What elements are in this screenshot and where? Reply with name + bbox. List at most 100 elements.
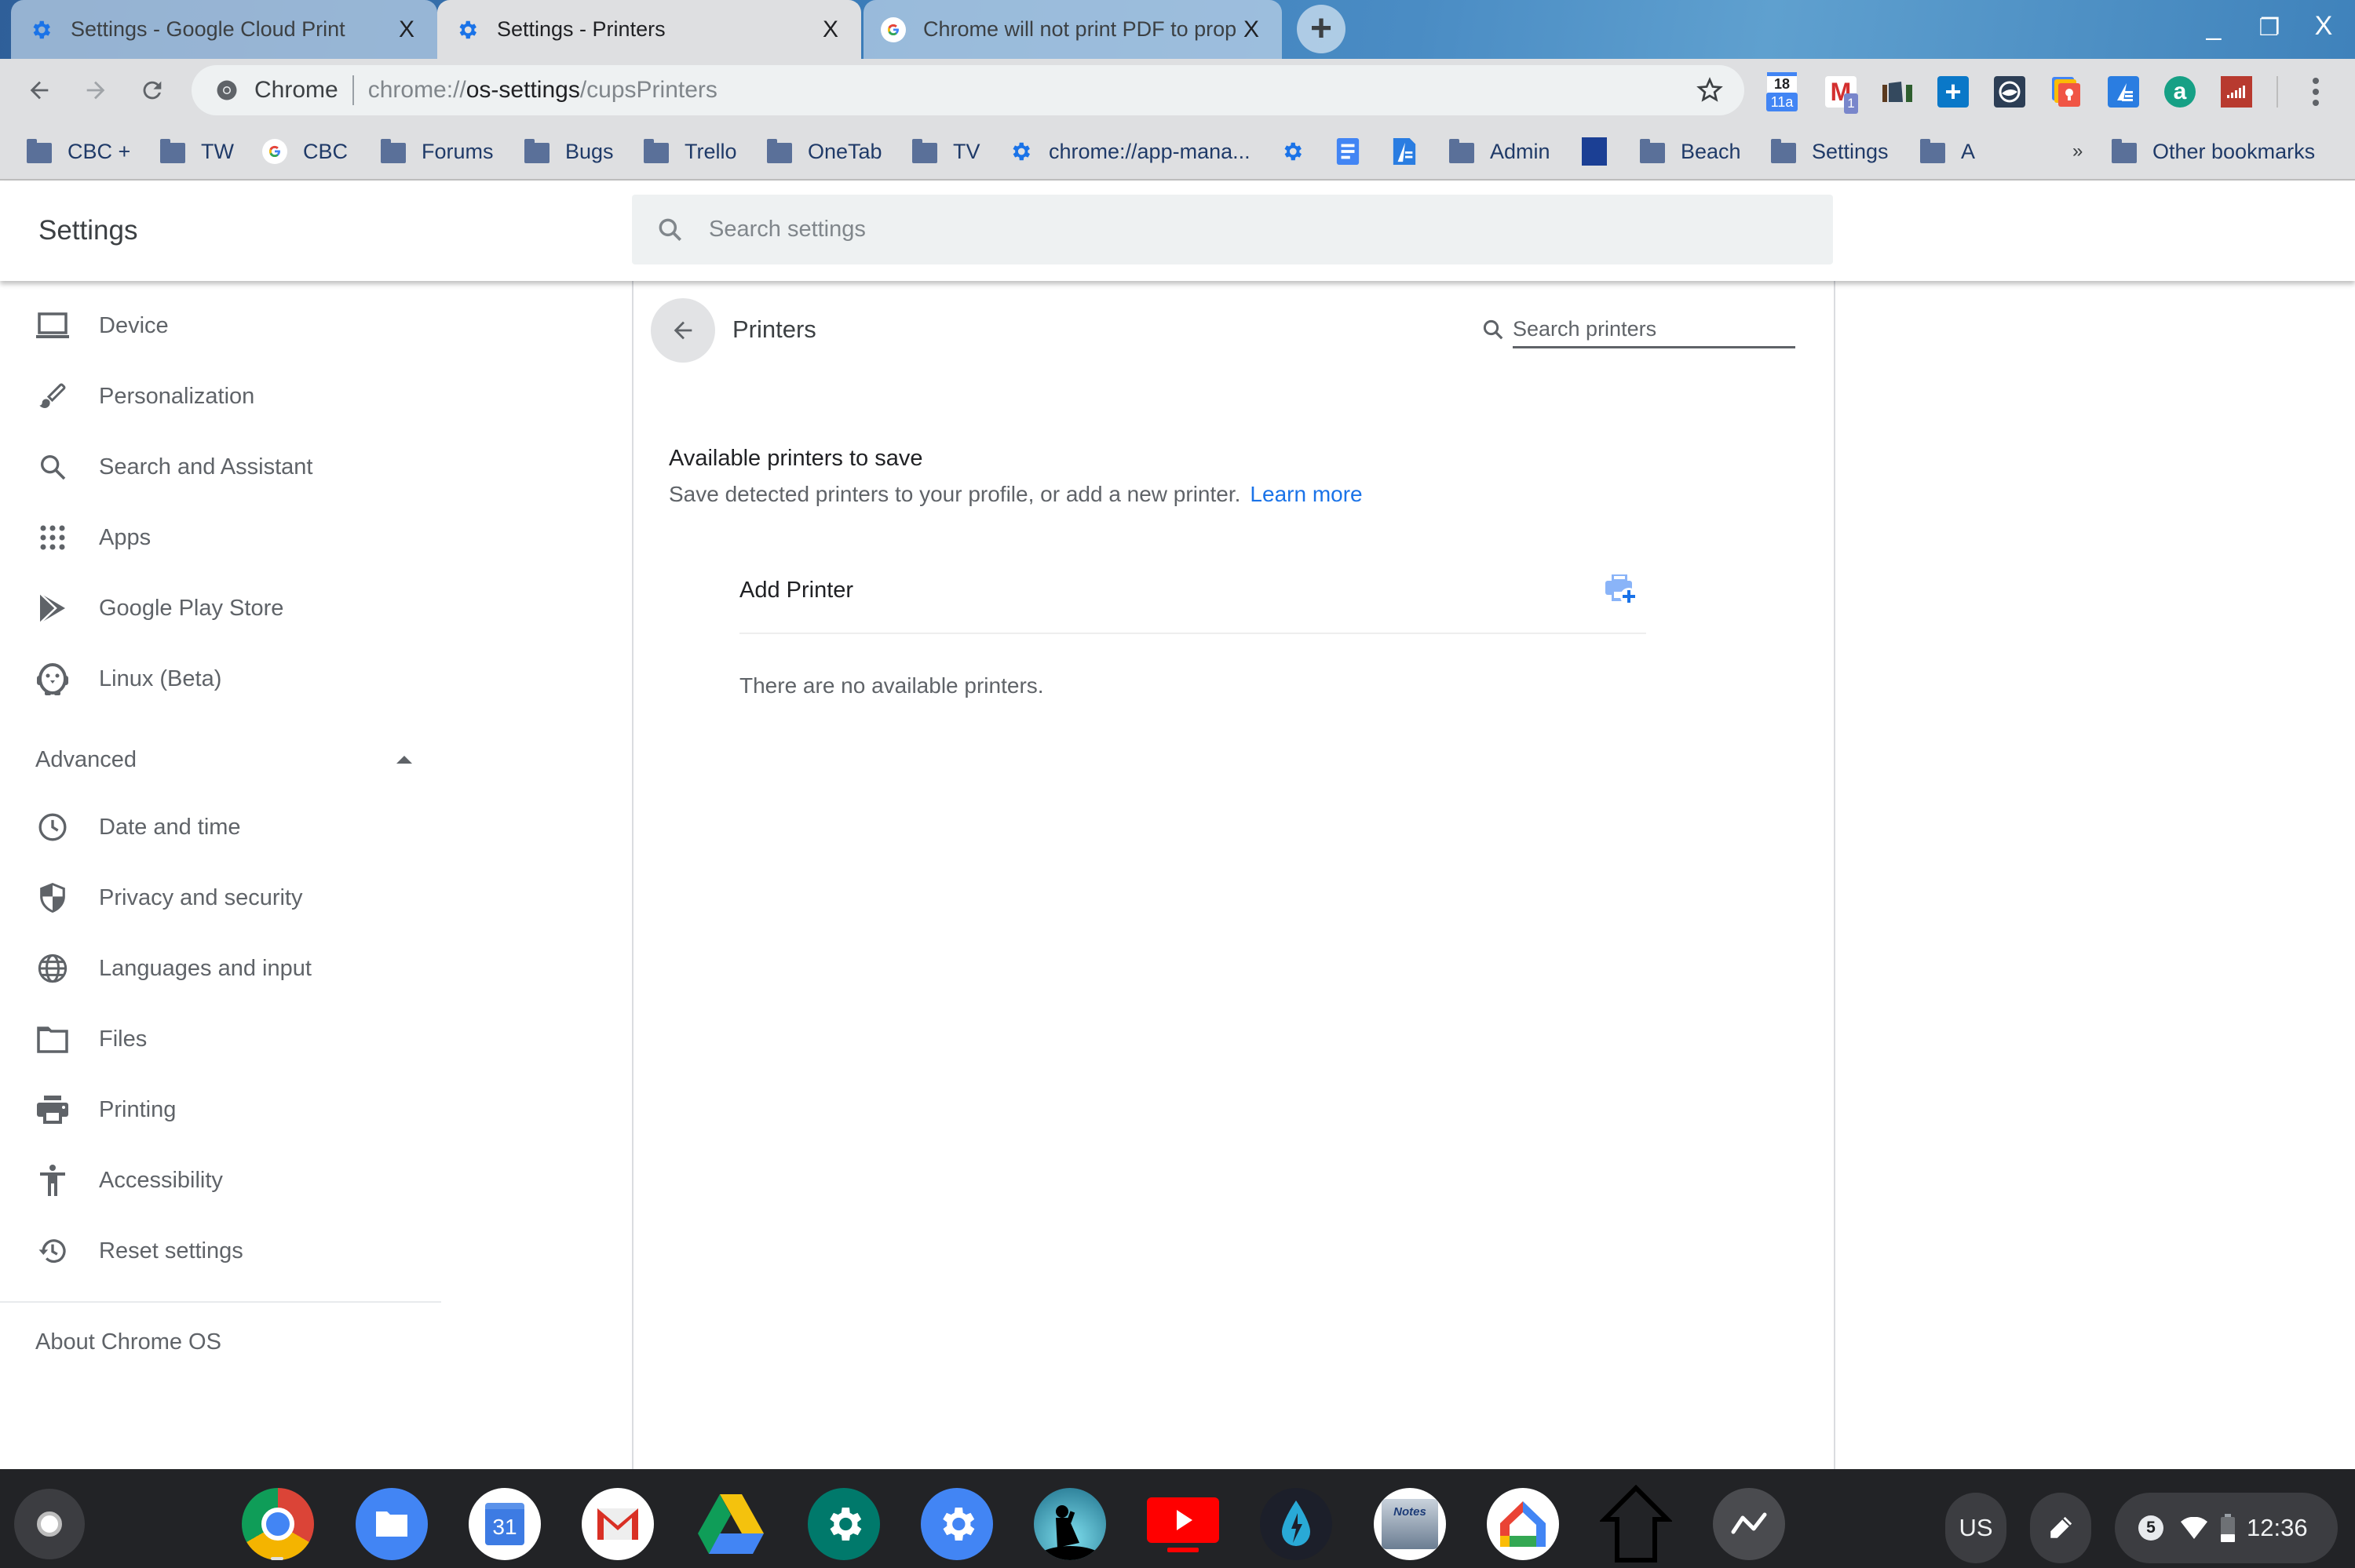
bookmark-admin[interactable]: Admin	[1449, 136, 1550, 167]
sidebar-item-privacy[interactable]: Privacy and security	[0, 866, 440, 929]
tab-google-cloud-print[interactable]: Settings - Google Cloud Print X	[11, 0, 437, 59]
folder-icon	[2112, 139, 2137, 164]
bookmark-tv[interactable]: TV	[912, 136, 980, 167]
sidebar-item-device[interactable]: Device	[0, 294, 440, 357]
bookmark-cbc[interactable]: CBC	[262, 136, 348, 167]
sidebar-item-printing[interactable]: Printing	[0, 1078, 440, 1141]
bookmark-settings-gear[interactable]	[1280, 136, 1320, 167]
android-settings-app[interactable]	[808, 1488, 880, 1560]
gear-icon	[830, 1508, 862, 1541]
calendar-app[interactable]: 31	[469, 1488, 541, 1560]
learn-more-link[interactable]: Learn more	[1250, 482, 1362, 506]
sidebar-item-linux[interactable]: Linux (Beta)	[0, 647, 440, 710]
bookmark-weather-channel[interactable]	[1582, 136, 1623, 167]
printer-icon	[35, 1092, 71, 1128]
add-printer-label: Add Printer	[739, 577, 854, 603]
docs-quill-extension[interactable]	[2108, 76, 2139, 108]
settings-app-title: Settings	[38, 215, 138, 246]
bookmark-beach[interactable]: Beach	[1640, 136, 1741, 167]
keep-extension[interactable]	[2050, 76, 2082, 108]
gmail-badge: 1	[1844, 93, 1858, 114]
files-app[interactable]	[356, 1488, 428, 1560]
settings-search-input[interactable]	[709, 217, 1729, 242]
bookmark-forums[interactable]: Forums	[381, 136, 494, 167]
youtube-tv-app[interactable]	[1147, 1488, 1219, 1560]
gmail-checker-extension[interactable]: M 1	[1825, 76, 1858, 114]
tab-chrome-pdf[interactable]: Chrome will not print PDF to prop X	[864, 0, 1282, 59]
add-printer-icon[interactable]	[1604, 574, 1638, 606]
stylus-tools-button[interactable]	[2030, 1493, 2091, 1563]
amazon-assistant-extension[interactable]: a	[2164, 76, 2196, 108]
bookmark-settings[interactable]: Settings	[1771, 136, 1889, 167]
chrome-app[interactable]	[242, 1488, 314, 1560]
bookmark-bugs[interactable]: Bugs	[524, 136, 614, 167]
running-indicator	[271, 1557, 283, 1560]
url-text[interactable]: chrome://os-settings/cupsPrinters	[368, 77, 717, 104]
bookmark-onetab[interactable]: OneTab	[767, 136, 882, 167]
sidebar-item-accessibility[interactable]: Accessibility	[0, 1149, 440, 1212]
sidebar-item-play-store[interactable]: Google Play Store	[0, 577, 440, 640]
printer-search-input[interactable]	[1513, 312, 1795, 348]
printers-page: Printers Available printers to save Save…	[632, 281, 1835, 1469]
bookmark-star-icon[interactable]	[1696, 76, 1724, 104]
bookmark-app-management[interactable]: chrome://app-mana...	[1008, 136, 1251, 167]
sidebar-item-files[interactable]: Files	[0, 1008, 440, 1070]
dolphin-app[interactable]	[1260, 1488, 1332, 1560]
calendar-extension[interactable]: 18 11a	[1766, 71, 1798, 112]
sidebar-item-personalization[interactable]: Personalization	[0, 365, 440, 428]
tab-strip: Settings - Google Cloud Print X Settings…	[0, 0, 2355, 59]
bookmark-tw[interactable]: TW	[160, 136, 234, 167]
sidebar-item-search-assistant[interactable]: Search and Assistant	[0, 436, 440, 498]
advanced-toggle[interactable]: Advanced	[35, 736, 412, 783]
tab-close-button[interactable]: X	[393, 16, 420, 43]
settings-search-box[interactable]	[632, 195, 1833, 264]
history-icon	[35, 1233, 71, 1269]
notes-app[interactable]: Notes	[1374, 1488, 1446, 1560]
bookmark-cbc-plus[interactable]: CBC +	[27, 136, 130, 167]
bookmarks-overflow-button[interactable]: »	[2072, 136, 2083, 167]
bookmark-a[interactable]: A	[1920, 136, 1975, 167]
tab-close-button[interactable]: X	[1238, 16, 1265, 43]
signal-stats-extension[interactable]	[2221, 76, 2252, 108]
sidebar-item-languages[interactable]: Languages and input	[0, 937, 440, 1000]
home-outline-app[interactable]	[1600, 1485, 1672, 1563]
chrome-settings-app[interactable]	[921, 1488, 993, 1560]
sidebar-item-reset[interactable]: Reset settings	[0, 1220, 440, 1282]
analytics-app[interactable]	[1713, 1488, 1785, 1560]
google-g-icon	[881, 16, 906, 42]
status-area[interactable]: 5 12:36	[2115, 1493, 2338, 1563]
reload-button[interactable]	[135, 73, 170, 108]
folder-icon	[1640, 139, 1665, 164]
launcher-button[interactable]	[14, 1489, 85, 1559]
tab-settings-printers[interactable]: Settings - Printers X	[437, 0, 861, 59]
settings-header: Settings	[0, 182, 2355, 281]
more-menu-icon[interactable]	[2304, 75, 2328, 109]
tab-close-button[interactable]: X	[817, 16, 844, 43]
sidebar-item-about[interactable]: About Chrome OS	[35, 1329, 221, 1355]
close-window-button[interactable]: X	[2304, 11, 2343, 42]
google-home-app[interactable]	[1487, 1488, 1559, 1560]
back-to-settings-button[interactable]	[651, 298, 715, 363]
kindle-app[interactable]	[1034, 1488, 1106, 1560]
gmail-app[interactable]	[582, 1488, 654, 1560]
omnibox[interactable]: Chrome chrome://os-settings/cupsPrinters	[192, 65, 1744, 115]
bookmark-quill[interactable]	[1392, 136, 1433, 167]
bookmark-docs[interactable]	[1335, 136, 1376, 167]
ime-button[interactable]: US	[1945, 1493, 2006, 1563]
toolbar-divider	[2276, 76, 2278, 108]
drive-app[interactable]	[695, 1488, 767, 1560]
add-printer-row[interactable]: Add Printer	[739, 548, 1646, 634]
forward-button[interactable]	[78, 73, 113, 108]
bookshelf-extension[interactable]	[1882, 76, 1914, 108]
bookmark-trello[interactable]: Trello	[644, 136, 737, 167]
minimize-button[interactable]: _	[2194, 11, 2233, 42]
sidebar-item-date-time[interactable]: Date and time	[0, 796, 440, 859]
restore-button[interactable]: ❐	[2250, 14, 2289, 42]
printer-search[interactable]	[1481, 312, 1803, 352]
other-bookmarks[interactable]: Other bookmarks	[2112, 136, 2315, 167]
back-button[interactable]	[22, 73, 57, 108]
sidebar-item-apps[interactable]: Apps	[0, 506, 440, 569]
plus-extension[interactable]: +	[1937, 75, 1969, 108]
wave-extension[interactable]	[1994, 76, 2025, 108]
new-tab-button[interactable]: +	[1297, 5, 1345, 53]
